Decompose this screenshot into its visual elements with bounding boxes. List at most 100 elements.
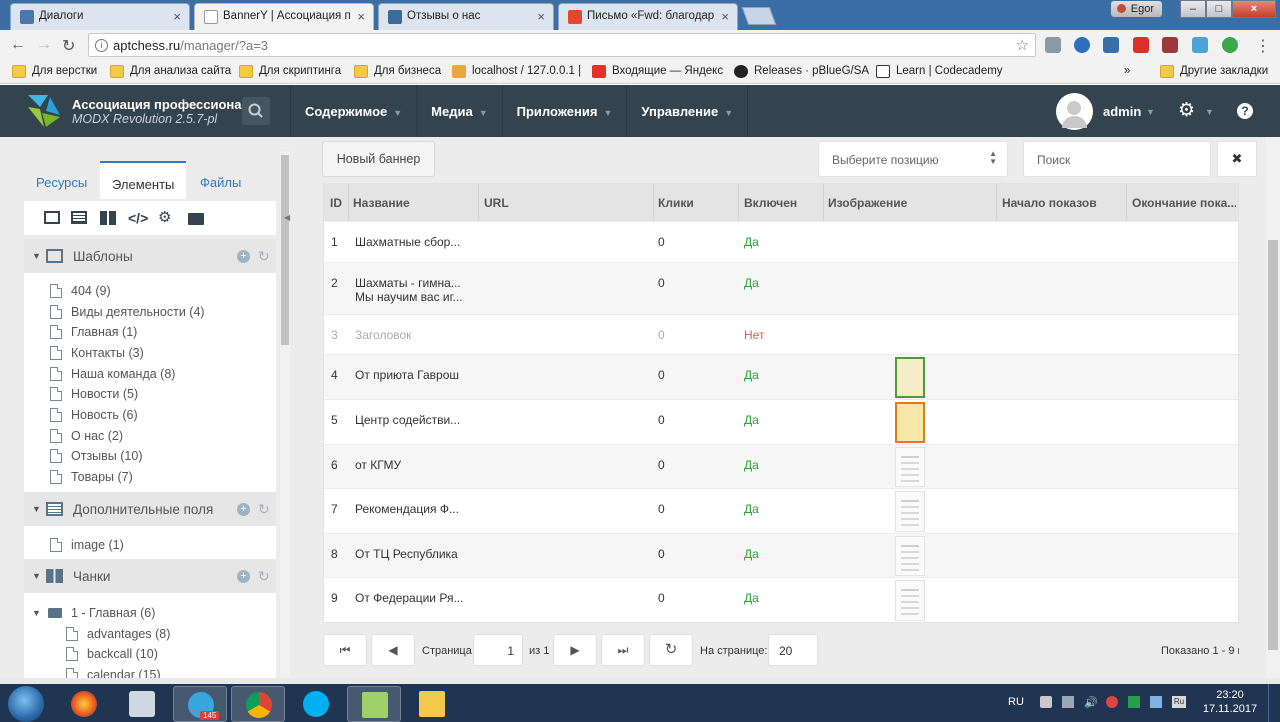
column-header[interactable]: Окончание пока...: [1132, 196, 1236, 210]
prev-page-button[interactable]: ◀: [371, 634, 415, 666]
close-tab-icon[interactable]: ×: [173, 9, 181, 24]
table-row[interactable]: 7 Рекомендация Ф... 0 Да: [324, 488, 1238, 533]
taskbar-calculator[interactable]: [115, 686, 169, 722]
section-templates[interactable]: ▼ Шаблоны + ↻: [24, 239, 276, 273]
table-row[interactable]: 3 Заголовок 0 Нет: [324, 314, 1238, 354]
caret-down-icon[interactable]: ▼: [32, 504, 41, 514]
last-page-button[interactable]: ⏭: [601, 634, 645, 666]
url-input[interactable]: i aptchess.ru/manager/?a=3 ☆: [88, 33, 1036, 57]
banner-thumbnail[interactable]: [895, 491, 925, 532]
extension-icon[interactable]: [1103, 37, 1119, 53]
menu-media[interactable]: Медиа ▼: [416, 85, 501, 137]
column-header[interactable]: Клики: [658, 196, 694, 210]
search-button[interactable]: [242, 97, 270, 125]
tray-app-icon[interactable]: [1150, 696, 1162, 708]
tray-app-icon[interactable]: [1106, 696, 1118, 708]
section-tvs[interactable]: ▼ Дополнительные поля + ↻: [24, 492, 276, 526]
template-item[interactable]: Наша команда (8): [48, 367, 175, 381]
section-chunks[interactable]: ▼ Чанки + ↻: [24, 559, 276, 593]
extension-icon[interactable]: [1074, 37, 1090, 53]
close-tab-icon[interactable]: ×: [537, 9, 545, 24]
taskbar-skype[interactable]: [289, 686, 343, 722]
refresh-icon[interactable]: ↻: [258, 568, 270, 585]
taskbar-notepad[interactable]: [347, 686, 401, 722]
add-icon[interactable]: +: [237, 250, 250, 263]
extension-icon[interactable]: [1192, 37, 1208, 53]
add-icon[interactable]: +: [237, 503, 250, 516]
bookmark-star-icon[interactable]: ☆: [1016, 36, 1029, 54]
collapse-panel-icon[interactable]: ◀: [284, 213, 290, 222]
position-select[interactable]: Выберите позицию ▲ ▼: [818, 141, 1008, 177]
chunk-item[interactable]: backcall (10): [64, 647, 158, 661]
template-item[interactable]: Виды деятельности (4): [48, 305, 205, 319]
table-row[interactable]: 6 от КГМУ 0 Да: [324, 444, 1238, 488]
bookmark-item[interactable]: Learn | Codecademy: [876, 65, 1003, 78]
minimize-button[interactable]: –: [1180, 0, 1206, 18]
bookmark-item[interactable]: Для бизнеса: [354, 65, 441, 78]
taskbar-explorer[interactable]: [405, 686, 459, 722]
taskbar-telegram[interactable]: 145: [173, 686, 227, 722]
reload-icon[interactable]: ↻: [62, 36, 75, 56]
extension-icon[interactable]: [1045, 37, 1061, 53]
bookmark-item[interactable]: Для анализа сайта: [110, 65, 231, 78]
caret-down-icon[interactable]: ▼: [32, 571, 41, 581]
clock[interactable]: 23:20 17.11.2017: [1200, 688, 1260, 716]
clear-filter-button[interactable]: ✖: [1217, 141, 1257, 177]
refresh-icon[interactable]: ↻: [258, 248, 270, 265]
template-item[interactable]: Отзывы (10): [48, 449, 143, 463]
banner-thumbnail[interactable]: [895, 580, 925, 621]
new-banner-button[interactable]: Новый баннер: [322, 141, 435, 177]
tray-app-icon[interactable]: [1128, 696, 1140, 708]
close-tab-icon[interactable]: ×: [721, 9, 729, 24]
taskbar-chrome[interactable]: [231, 686, 285, 722]
banner-thumbnail[interactable]: [895, 357, 925, 398]
tv-item[interactable]: image (1): [48, 538, 124, 552]
table-row[interactable]: 9 От Федерации Ря... 0 Да: [324, 577, 1238, 622]
template-item[interactable]: Товары (7): [48, 470, 133, 484]
new-tab-button[interactable]: [741, 7, 777, 25]
new-chunk-icon[interactable]: [100, 211, 116, 225]
browser-tab-bannery[interactable]: BannerY | Ассоциация п ×: [194, 3, 374, 30]
bookmark-item[interactable]: localhost / 127.0.0.1 |: [452, 65, 581, 78]
language-indicator[interactable]: RU: [1008, 696, 1024, 708]
bookmark-item[interactable]: Для скриптинга: [239, 65, 341, 78]
forward-arrow-icon[interactable]: →: [36, 36, 52, 54]
add-icon[interactable]: +: [237, 570, 250, 583]
other-bookmarks[interactable]: Другие закладки: [1160, 65, 1268, 78]
more-bookmarks-button[interactable]: »: [1124, 65, 1130, 77]
new-category-icon[interactable]: [188, 213, 204, 225]
network-icon[interactable]: [1062, 696, 1074, 708]
refresh-icon[interactable]: ↻: [649, 634, 693, 666]
scrollbar-thumb[interactable]: [281, 155, 289, 345]
chunk-category[interactable]: ▼ 1 - Главная (6): [32, 606, 155, 620]
bookmark-item[interactable]: Входящие — Яндекс: [592, 65, 723, 78]
user-menu[interactable]: admin: [1103, 104, 1141, 119]
gear-icon[interactable]: ⚙: [1178, 99, 1195, 122]
start-button[interactable]: [8, 686, 44, 722]
action-center-icon[interactable]: [1040, 696, 1052, 708]
info-icon[interactable]: i: [95, 39, 108, 52]
show-desktop-button[interactable]: [1268, 684, 1280, 722]
table-row[interactable]: 4 От приюта Гаврош 0 Да: [324, 354, 1238, 399]
search-input[interactable]: Поиск: [1023, 141, 1211, 177]
table-row[interactable]: 1 Шахматные сбор... 0 Да: [324, 221, 1238, 262]
scrollbar-thumb[interactable]: [1268, 240, 1278, 650]
new-template-icon[interactable]: [44, 211, 60, 224]
template-item[interactable]: Новость (6): [48, 408, 138, 422]
tab-files[interactable]: Файлы: [188, 161, 253, 199]
chunk-item[interactable]: advantages (8): [64, 627, 170, 641]
modx-logo-icon[interactable]: [26, 93, 62, 129]
template-item[interactable]: Новости (5): [48, 387, 138, 401]
table-row[interactable]: 2 Шахматы - гимна... Мы научим вас иг...…: [324, 262, 1238, 314]
column-header[interactable]: ID: [330, 196, 342, 210]
column-header[interactable]: URL: [484, 196, 509, 210]
browser-menu-icon[interactable]: ⋮: [1255, 36, 1271, 56]
column-header[interactable]: Изображение: [828, 196, 907, 210]
bookmark-item[interactable]: Для верстки: [12, 65, 97, 78]
column-header[interactable]: Название: [353, 196, 410, 210]
browser-tab-reviews[interactable]: Отзывы о нас ×: [378, 3, 554, 30]
new-tv-icon[interactable]: [71, 211, 87, 224]
tab-resources[interactable]: Ресурсы: [24, 161, 99, 199]
extension-icon[interactable]: [1222, 37, 1238, 53]
tree-scrollbar[interactable]: [280, 151, 290, 681]
